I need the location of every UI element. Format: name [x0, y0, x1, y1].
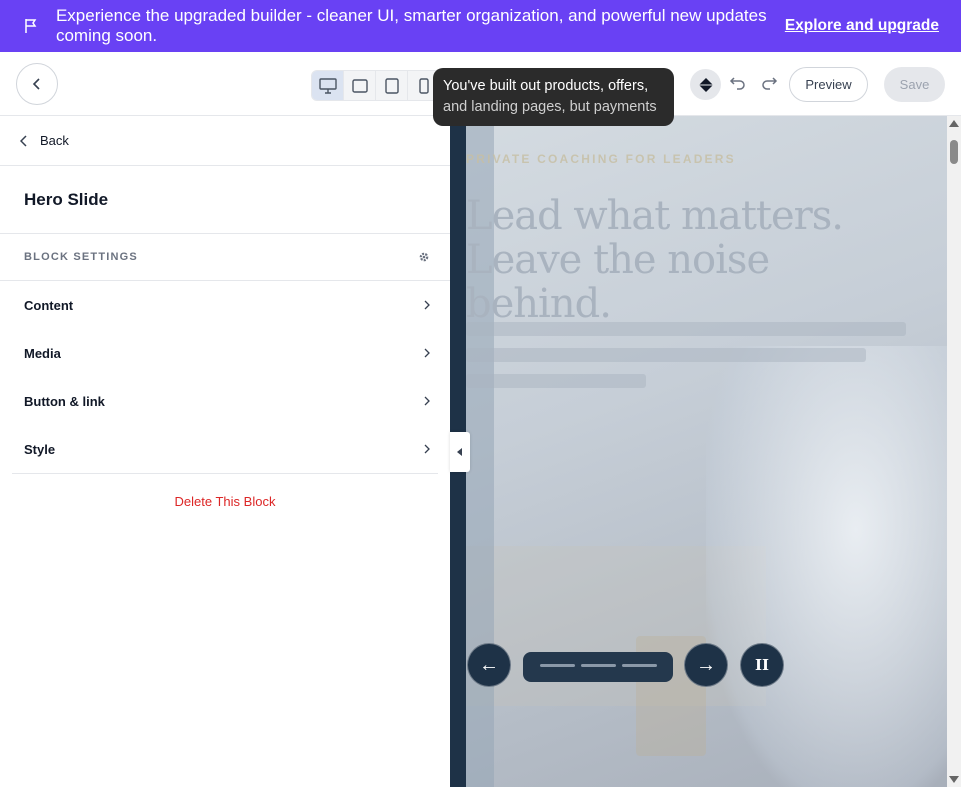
explore-upgrade-link[interactable]: Explore and upgrade	[785, 17, 939, 35]
tablet-landscape-icon	[351, 78, 368, 93]
next-slide-button[interactable]: →	[684, 643, 728, 687]
ai-assist-button[interactable]	[690, 69, 721, 100]
preview-scrollbar[interactable]	[947, 116, 961, 787]
delete-block-button[interactable]: Delete This Block	[0, 474, 450, 509]
hero-image-figure	[706, 346, 947, 787]
tablet-portrait-icon	[384, 77, 399, 94]
section-button-link[interactable]: Button & link	[0, 377, 450, 425]
flag-icon	[22, 17, 40, 35]
hero-headline: Lead what matters. Leave the noise behin…	[466, 193, 844, 327]
exit-editor-button[interactable]	[16, 63, 58, 105]
redo-icon	[762, 77, 778, 90]
tablet-portrait-view-button[interactable]	[376, 71, 408, 100]
chevron-right-icon	[424, 444, 430, 454]
desktop-icon	[318, 77, 337, 94]
chevron-left-icon	[32, 78, 40, 90]
redo-button[interactable]	[760, 75, 778, 96]
section-label: Button & link	[24, 393, 105, 409]
slide-indicator[interactable]	[621, 664, 657, 667]
chevron-right-icon	[424, 300, 430, 310]
save-button[interactable]: Save	[884, 67, 945, 102]
chevron-left-icon	[20, 134, 27, 147]
upgrade-banner: Experience the upgraded builder - cleane…	[0, 0, 961, 52]
undo-icon	[729, 77, 745, 90]
gear-icon[interactable]	[418, 251, 430, 263]
block-settings-label: BLOCK SETTINGS	[24, 251, 138, 263]
onboarding-tooltip: You've built out products, offers, and l…	[433, 68, 674, 126]
section-style[interactable]: Style	[0, 425, 450, 473]
hero-body-line	[466, 348, 866, 362]
block-title: Hero Slide	[0, 166, 450, 234]
chevron-right-icon	[424, 396, 430, 406]
hero-body-line	[466, 322, 906, 336]
section-label: Content	[24, 297, 74, 313]
back-label: Back	[40, 133, 69, 148]
tablet-landscape-view-button[interactable]	[344, 71, 376, 100]
scrollbar-thumb[interactable]	[950, 140, 958, 164]
back-link[interactable]: Back	[0, 116, 450, 166]
desktop-view-button[interactable]	[312, 71, 344, 100]
block-settings-sidebar: Back Hero Slide BLOCK SETTINGS Content M…	[0, 116, 450, 787]
editor-toolbar: You've built out products, offers, and l…	[0, 52, 961, 126]
delete-label: Delete This Block	[174, 494, 276, 509]
section-content[interactable]: Content	[0, 281, 450, 329]
block-settings-header: BLOCK SETTINGS	[0, 234, 450, 281]
pause-slideshow-button[interactable]: II	[740, 643, 784, 687]
scroll-down-arrow-icon[interactable]	[949, 776, 959, 783]
slide-indicator[interactable]	[580, 664, 616, 667]
chevron-right-icon	[424, 348, 430, 358]
slide-indicator[interactable]	[539, 664, 575, 667]
tooltip-line-1: You've built out products, offers,	[443, 78, 649, 94]
caret-left-icon	[457, 448, 462, 456]
preview-button[interactable]: Preview	[789, 67, 868, 102]
hero-body-line	[466, 374, 646, 388]
tooltip-line-2: and landing pages, but payments	[443, 99, 657, 115]
slide-progress	[523, 652, 673, 682]
device-switcher	[311, 70, 443, 101]
section-label: Style	[24, 441, 56, 457]
section-label: Media	[24, 345, 61, 361]
undo-button[interactable]	[729, 75, 747, 96]
banner-message: Experience the upgraded builder - cleane…	[55, 6, 767, 45]
diamond-icon	[698, 77, 713, 92]
previous-slide-button[interactable]: ←	[467, 643, 511, 687]
section-media[interactable]: Media	[0, 329, 450, 377]
collapse-sidebar-handle[interactable]	[450, 432, 470, 472]
scroll-up-arrow-icon[interactable]	[949, 120, 959, 127]
hero-eyebrow: PRIVATE COACHING FOR LEADERS	[466, 152, 736, 166]
mobile-icon	[418, 77, 429, 94]
